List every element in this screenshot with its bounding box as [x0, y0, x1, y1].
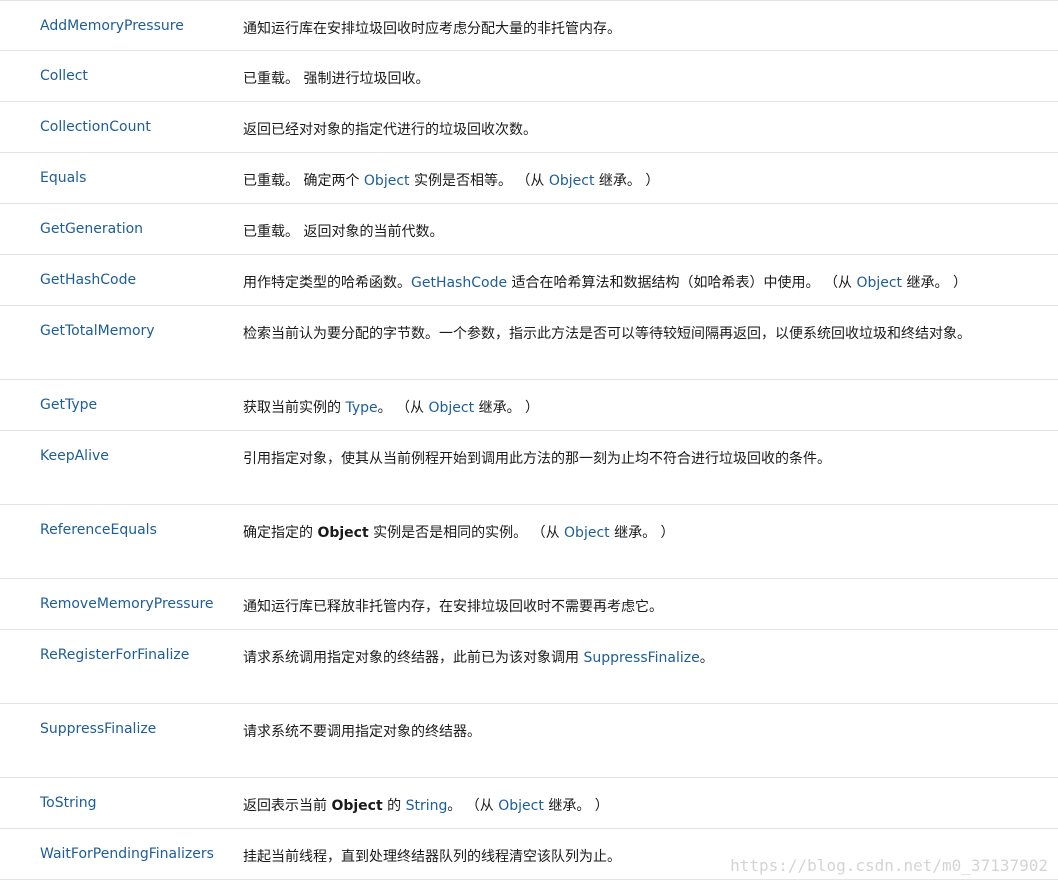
description-text: 已重载。 返回对象的当前代数。: [243, 224, 444, 240]
description-text: 请求系统不要调用指定对象的终结器。: [243, 724, 481, 740]
member-name-link[interactable]: Equals: [40, 170, 86, 186]
member-row: CollectionCount 返回已经对对象的指定代进行的垃圾回收次数。: [0, 102, 1058, 153]
member-description: 用作特定类型的哈希函数。GetHashCode 适合在哈希算法和数据结构（如哈希…: [243, 272, 1043, 292]
watermark: https://blog.csdn.net/m0_37137902: [730, 856, 1048, 875]
description-text: 通知运行库在安排垃圾回收时应考虑分配大量的非托管内存。: [243, 21, 621, 37]
description-text: 。 （从: [377, 400, 429, 416]
member-name-link[interactable]: ReRegisterForFinalize: [40, 647, 189, 663]
description-text: 已重载。 确定两个: [243, 173, 364, 189]
member-row: ReRegisterForFinalize 请求系统调用指定对象的终结器，此前已为…: [0, 630, 1058, 704]
description-text: 返回已经对对象的指定代进行的垃圾回收次数。: [243, 122, 537, 138]
member-description: 已重载。 确定两个 Object 实例是否相等。 （从 Object 继承。 ）: [243, 170, 1043, 190]
member-row: GetGeneration 已重载。 返回对象的当前代数。: [0, 204, 1058, 255]
member-row: AddMemoryPressure 通知运行库在安排垃圾回收时应考虑分配大量的非托…: [0, 0, 1058, 51]
description-text: 继承。 ）: [902, 275, 967, 291]
description-text: 通知运行库已释放非托管内存，在安排垃圾回收时不需要再考虑它。: [243, 599, 663, 615]
description-text: 已重载。 强制进行垃圾回收。: [243, 71, 430, 87]
description-text: 继承。 ）: [594, 173, 660, 189]
member-name-link[interactable]: GetGeneration: [40, 221, 143, 237]
member-description: 确定指定的 Object 实例是否是相同的实例。 （从 Object 继承。 ）: [243, 522, 1043, 542]
member-name-link[interactable]: SuppressFinalize: [40, 721, 156, 737]
description-text: 实例是否相等。 （从: [409, 173, 549, 189]
member-row: SuppressFinalize 请求系统不要调用指定对象的终结器。: [0, 704, 1058, 778]
member-description: 通知运行库已释放非托管内存，在安排垃圾回收时不需要再考虑它。: [243, 596, 1043, 616]
members-table: AddMemoryPressure 通知运行库在安排垃圾回收时应考虑分配大量的非托…: [0, 0, 1058, 880]
description-text: 的: [382, 798, 406, 814]
description-text: 实例是否是相同的实例。 （从: [368, 525, 565, 541]
member-row: GetHashCode 用作特定类型的哈希函数。GetHashCode 适合在哈希…: [0, 255, 1058, 306]
description-text: 返回表示当前: [243, 798, 332, 814]
type-link[interactable]: SuppressFinalize: [583, 650, 699, 666]
member-name-link[interactable]: AddMemoryPressure: [40, 18, 184, 34]
member-name-link[interactable]: GetTotalMemory: [40, 323, 155, 339]
description-text: 确定指定的: [243, 525, 318, 541]
member-name-link[interactable]: ReferenceEquals: [40, 522, 157, 538]
member-row: GetTotalMemory 检索当前认为要分配的字节数。一个参数，指示此方法是否…: [0, 306, 1058, 380]
member-row: ToString 返回表示当前 Object 的 String。 （从 Objec…: [0, 778, 1058, 829]
type-link[interactable]: Object: [498, 798, 544, 814]
member-row: KeepAlive 引用指定对象，使其从当前例程开始到调用此方法的那一刻为止均不符…: [0, 431, 1058, 505]
type-link[interactable]: Object: [549, 173, 595, 189]
type-link[interactable]: GetHashCode: [411, 275, 507, 291]
member-description: 已重载。 强制进行垃圾回收。: [243, 68, 1043, 88]
member-name-link[interactable]: GetType: [40, 397, 97, 413]
member-name-link[interactable]: GetHashCode: [40, 272, 136, 288]
description-text: 继承。 ）: [474, 400, 540, 416]
type-link[interactable]: Object: [856, 275, 902, 291]
member-description: 通知运行库在安排垃圾回收时应考虑分配大量的非托管内存。: [243, 18, 1043, 38]
member-description: 引用指定对象，使其从当前例程开始到调用此方法的那一刻为止均不符合进行垃圾回收的条…: [243, 448, 1043, 468]
member-description: 获取当前实例的 Type。 （从 Object 继承。 ）: [243, 397, 1043, 417]
member-row: Collect 已重载。 强制进行垃圾回收。: [0, 51, 1058, 102]
member-row: RemoveMemoryPressure 通知运行库已释放非托管内存，在安排垃圾回…: [0, 579, 1058, 630]
type-link[interactable]: String: [406, 798, 448, 814]
description-text: 检索当前认为要分配的字节数。一个参数，指示此方法是否可以等待较短间隔再返回，以便…: [243, 326, 971, 342]
description-text: 获取当前实例的: [243, 400, 346, 416]
description-text: 请求系统调用指定对象的终结器，此前已为该对象调用: [243, 650, 584, 666]
description-text: 引用指定对象，使其从当前例程开始到调用此方法的那一刻为止均不符合进行垃圾回收的条…: [243, 451, 831, 467]
description-text: 。 （从: [447, 798, 499, 814]
member-row: Equals 已重载。 确定两个 Object 实例是否相等。 （从 Object…: [0, 153, 1058, 204]
member-description: 返回已经对对象的指定代进行的垃圾回收次数。: [243, 119, 1043, 139]
member-name-link[interactable]: WaitForPendingFinalizers: [40, 846, 214, 862]
description-text: 继承。 ）: [543, 798, 609, 814]
description-text: 适合在哈希算法和数据结构（如哈希表）中使用。 （从: [507, 275, 857, 291]
member-description: 返回表示当前 Object 的 String。 （从 Object 继承。 ）: [243, 795, 1043, 815]
member-description: 已重载。 返回对象的当前代数。: [243, 221, 1043, 241]
type-link[interactable]: Object: [564, 525, 610, 541]
member-name-link[interactable]: KeepAlive: [40, 448, 109, 464]
type-name-bold: Object: [331, 798, 383, 814]
type-link[interactable]: Object: [429, 400, 475, 416]
description-text: 。: [699, 650, 714, 666]
member-description: 请求系统不要调用指定对象的终结器。: [243, 721, 1043, 741]
member-row: ReferenceEquals 确定指定的 Object 实例是否是相同的实例。 …: [0, 505, 1058, 579]
type-name-bold: Object: [317, 525, 369, 541]
member-row: GetType 获取当前实例的 Type。 （从 Object 继承。 ）: [0, 380, 1058, 431]
member-name-link[interactable]: ToString: [40, 795, 97, 811]
description-text: 继承。 ）: [609, 525, 675, 541]
type-link[interactable]: Type: [345, 400, 377, 416]
member-name-link[interactable]: CollectionCount: [40, 119, 151, 135]
type-link[interactable]: Object: [364, 173, 410, 189]
description-text: 用作特定类型的哈希函数。: [243, 275, 411, 291]
member-description: 检索当前认为要分配的字节数。一个参数，指示此方法是否可以等待较短间隔再返回，以便…: [243, 323, 1043, 343]
member-description: 请求系统调用指定对象的终结器，此前已为该对象调用 SuppressFinaliz…: [243, 647, 1043, 667]
member-name-link[interactable]: Collect: [40, 68, 88, 84]
member-name-link[interactable]: RemoveMemoryPressure: [40, 596, 214, 612]
description-text: 挂起当前线程，直到处理终结器队列的线程清空该队列为止。: [243, 849, 621, 865]
